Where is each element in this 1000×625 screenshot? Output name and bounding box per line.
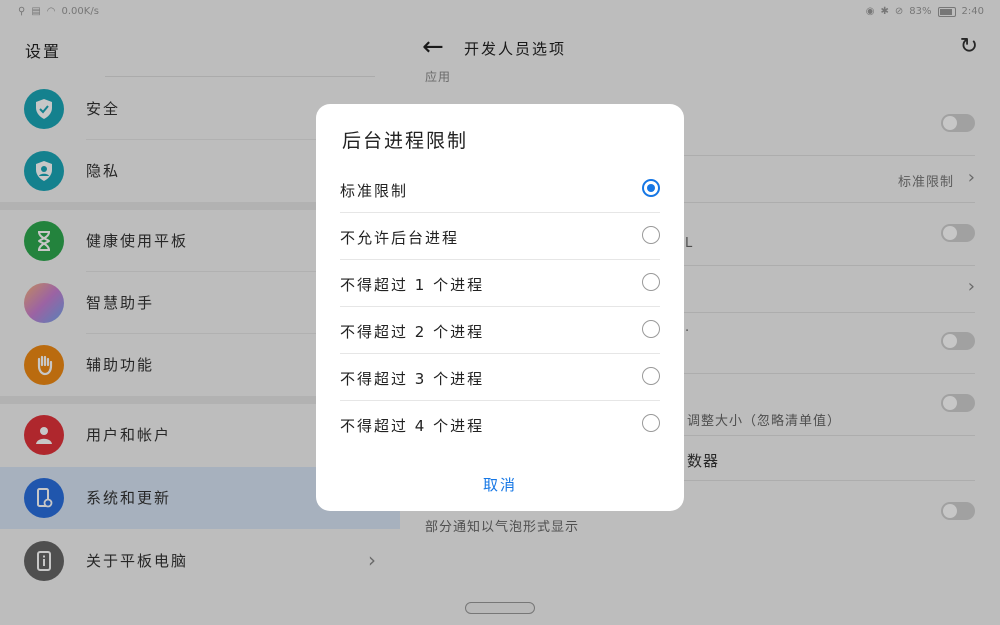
option-label: 不得超过 4 个进程 [340, 417, 485, 435]
option-label: 不得超过 3 个进程 [340, 370, 485, 388]
option-max-3[interactable]: 不得超过 3 个进程 [340, 354, 660, 401]
radio-unchecked-icon[interactable] [642, 226, 660, 244]
option-no-background[interactable]: 不允许后台进程 [340, 213, 660, 260]
option-label: 不得超过 1 个进程 [340, 276, 485, 294]
option-max-1[interactable]: 不得超过 1 个进程 [340, 260, 660, 307]
option-label: 不允许后台进程 [340, 229, 460, 247]
option-max-2[interactable]: 不得超过 2 个进程 [340, 307, 660, 354]
option-label: 不得超过 2 个进程 [340, 323, 485, 341]
radio-unchecked-icon[interactable] [642, 320, 660, 338]
cancel-button[interactable]: 取消 [316, 474, 684, 495]
radio-unchecked-icon[interactable] [642, 273, 660, 291]
dialog-title: 后台进程限制 [342, 130, 469, 152]
radio-unchecked-icon[interactable] [642, 367, 660, 385]
option-standard-limit[interactable]: 标准限制 [340, 166, 660, 213]
background-process-limit-dialog: 后台进程限制 标准限制 不允许后台进程 不得超过 1 个进程 不得超过 2 个进… [316, 104, 684, 511]
radio-unchecked-icon[interactable] [642, 414, 660, 432]
option-max-4[interactable]: 不得超过 4 个进程 [340, 401, 660, 448]
radio-checked-icon[interactable] [642, 179, 660, 197]
option-label: 标准限制 [340, 182, 409, 200]
